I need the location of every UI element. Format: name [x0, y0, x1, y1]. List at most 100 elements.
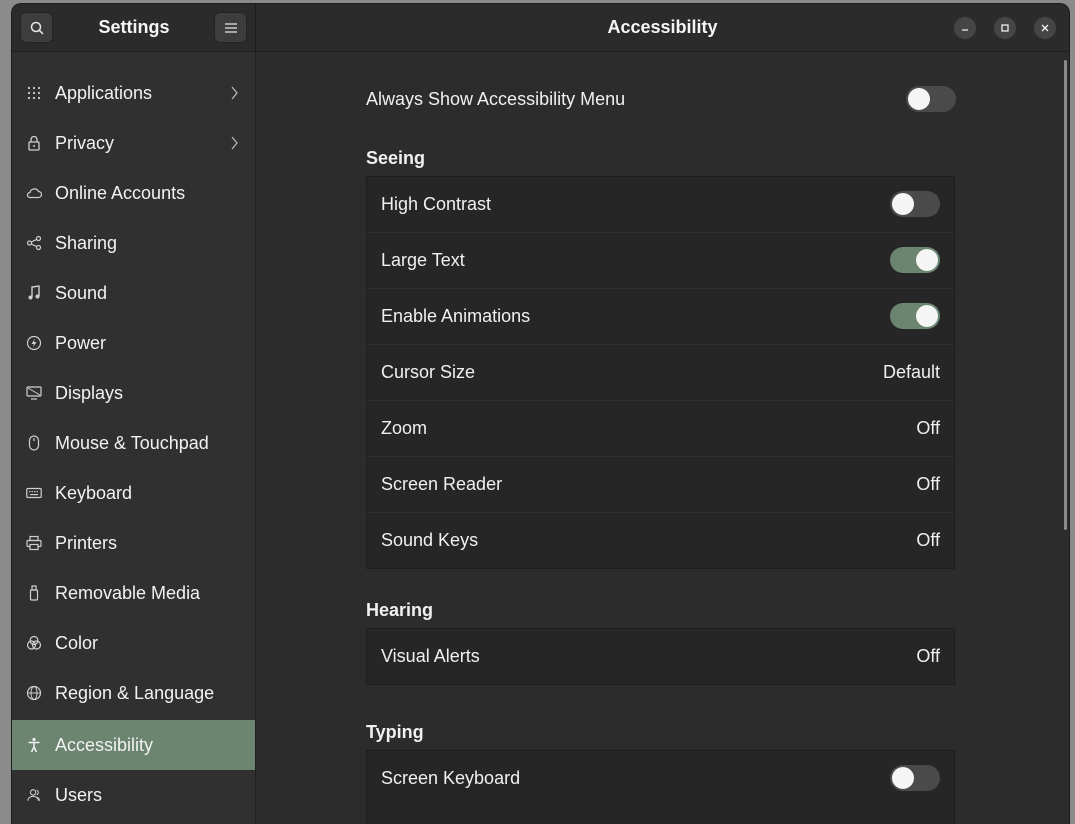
minimize-button[interactable] [954, 17, 976, 39]
menu-button[interactable] [214, 12, 247, 43]
app-title: Settings [98, 17, 170, 37]
sidebar-item-power[interactable]: Power [12, 318, 255, 368]
globe-icon [26, 685, 42, 701]
sidebar-item-label: Power [55, 332, 107, 353]
lock-icon [26, 135, 42, 151]
always-show-accessibility-menu-label: Always Show Accessibility Menu [366, 89, 626, 109]
enable-animations-label: Enable Animations [381, 306, 531, 326]
sound-keys-value: Off [916, 530, 940, 550]
sidebar-header: Settings [12, 4, 256, 51]
always-show-accessibility-menu-switch[interactable] [906, 86, 956, 112]
sidebar-item-label: Displays [55, 382, 124, 403]
switch-knob [916, 249, 938, 271]
zoom-label: Zoom [381, 418, 428, 438]
search-button[interactable] [20, 12, 53, 43]
sidebar-item-color[interactable]: Color [12, 618, 255, 668]
music-note-icon [26, 285, 42, 301]
screen-keyboard-label: Screen Keyboard [381, 768, 521, 788]
seeing-group: High Contrast Large Text Enable Animatio… [366, 176, 955, 569]
hearing-group: Visual Alerts Off [366, 628, 955, 685]
chevron-right-icon [231, 86, 238, 100]
sidebar-item-privacy[interactable]: Privacy [12, 118, 255, 168]
maximize-icon [1001, 24, 1009, 32]
typing-group: Screen Keyboard [366, 750, 955, 824]
hamburger-icon [224, 22, 237, 33]
sidebar-item-online-accounts[interactable]: Online Accounts [12, 168, 255, 218]
visual-alerts-label: Visual Alerts [381, 646, 480, 666]
large-text-row[interactable]: Large Text [367, 233, 954, 289]
chevron-right-icon [231, 136, 238, 150]
sound-keys-row[interactable]: Sound Keys Off [367, 513, 954, 568]
sidebar-item-label: Mouse & Touchpad [55, 432, 209, 453]
sidebar-item-displays[interactable]: Displays [12, 368, 255, 418]
cursor-size-label: Cursor Size [381, 362, 476, 382]
screen-reader-label: Screen Reader [381, 474, 503, 494]
sound-keys-label: Sound Keys [381, 530, 479, 550]
sidebar-item-sharing[interactable]: Sharing [12, 218, 255, 268]
share-icon [26, 235, 42, 251]
maximize-button[interactable] [994, 17, 1016, 39]
switch-knob [892, 193, 914, 215]
sidebar-item-label: Online Accounts [55, 182, 186, 203]
seeing-section-title: Seeing [366, 148, 426, 168]
typing-section-title: Typing [366, 722, 424, 742]
sidebar-item-label: Removable Media [55, 582, 201, 603]
users-icon [26, 787, 42, 803]
enable-animations-row[interactable]: Enable Animations [367, 289, 954, 345]
sidebar-item-label: Accessibility [55, 734, 154, 755]
sidebar-item-keyboard[interactable]: Keyboard [12, 468, 255, 518]
screen-keyboard-switch[interactable] [890, 765, 940, 791]
hearing-section-title: Hearing [366, 600, 434, 620]
minimize-icon [962, 29, 968, 31]
grid-icon [26, 85, 42, 101]
sidebar-item-mouse-touchpad[interactable]: Mouse & Touchpad [12, 418, 255, 468]
page-title: Accessibility [607, 17, 718, 37]
display-icon [26, 385, 42, 401]
close-button[interactable] [1034, 17, 1056, 39]
visual-alerts-value: Off [916, 646, 940, 666]
printer-icon [26, 535, 42, 551]
switch-knob [916, 305, 938, 327]
visual-alerts-row[interactable]: Visual Alerts Off [367, 629, 954, 684]
sidebar-item-users[interactable]: Users [12, 770, 255, 820]
sidebar-item-label: Printers [55, 532, 118, 553]
cloud-icon [26, 185, 42, 201]
usb-drive-icon [26, 585, 42, 601]
sidebar-item-label: Region & Language [55, 682, 215, 703]
always-show-accessibility-menu-row: Always Show Accessibility Menu [366, 82, 956, 116]
keyboard-icon [26, 485, 42, 501]
accessibility-icon [26, 737, 42, 753]
high-contrast-switch[interactable] [890, 191, 940, 217]
sidebar-item-label: Sound [55, 282, 108, 303]
sidebar-item-label: Privacy [55, 132, 115, 153]
cursor-size-value: Default [882, 362, 940, 382]
sidebar-item-accessibility[interactable]: Accessibility [12, 720, 255, 770]
sidebar-item-applications[interactable]: Applications [12, 68, 255, 118]
header-bar: Settings Accessibility [12, 4, 1069, 52]
high-contrast-label: High Contrast [381, 194, 492, 214]
sidebar-item-removable-media[interactable]: Removable Media [12, 568, 255, 618]
sidebar-item-sound[interactable]: Sound [12, 268, 255, 318]
large-text-switch[interactable] [890, 247, 940, 273]
power-icon [26, 335, 42, 351]
cursor-size-row[interactable]: Cursor Size Default [367, 345, 954, 401]
enable-animations-switch[interactable] [890, 303, 940, 329]
color-icon [26, 635, 42, 651]
sidebar-item-region-language[interactable]: Region & Language [12, 668, 255, 718]
large-text-label: Large Text [381, 250, 465, 270]
sidebar-item-label: Keyboard [55, 482, 133, 503]
screen-reader-row[interactable]: Screen Reader Off [367, 457, 954, 513]
sidebar-item-printers[interactable]: Printers [12, 518, 255, 568]
high-contrast-row[interactable]: High Contrast [367, 177, 954, 233]
sidebar: Applications Privacy Online Accounts Sha… [12, 52, 256, 824]
screen-keyboard-row[interactable]: Screen Keyboard [367, 751, 954, 806]
mouse-icon [26, 435, 42, 451]
sidebar-item-label: Users [55, 784, 103, 805]
sidebar-item-label: Applications [55, 82, 153, 103]
scrollbar[interactable] [1064, 60, 1067, 530]
zoom-row[interactable]: Zoom Off [367, 401, 954, 457]
switch-knob [908, 88, 930, 110]
zoom-value: Off [916, 418, 940, 438]
settings-window: Settings Accessibility Applications Priv… [12, 4, 1069, 824]
sidebar-item-label: Sharing [55, 232, 118, 253]
